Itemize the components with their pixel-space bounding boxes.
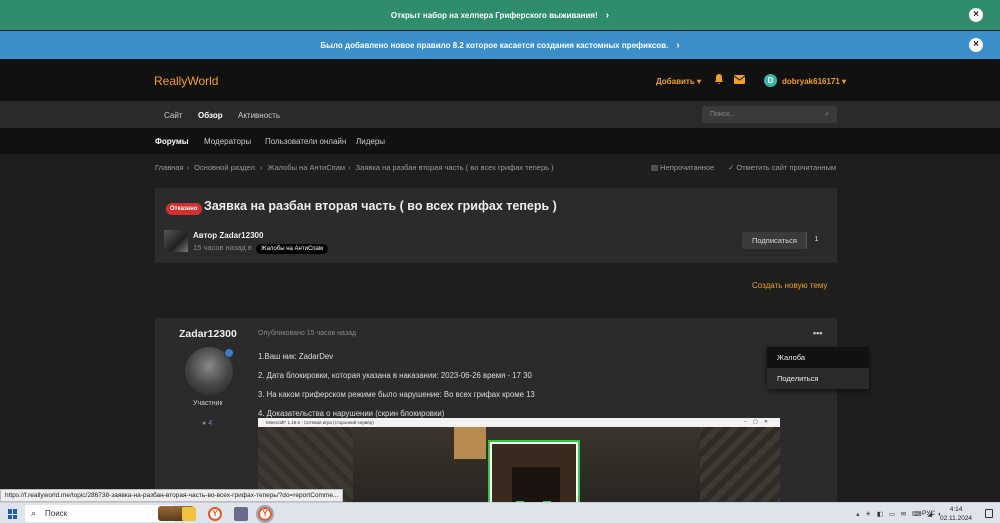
- nav-moderators[interactable]: Модераторы: [204, 137, 251, 146]
- ellipsis-icon[interactable]: •••: [813, 328, 822, 338]
- topic-header: Отказано Заявка на разбан вторая часть (…: [155, 188, 837, 263]
- search-icon: ⌕: [31, 508, 37, 518]
- taskbar: ⌕ Поиск Y Y ▴ ☀ ◧ ▭ ✉ ⌨ ◢ ◐ РУС 4:14 02.…: [0, 502, 1000, 523]
- rank-icon: [224, 348, 234, 358]
- browser-status-url: https://f.reallyworld.me/topic/286738-за…: [0, 489, 344, 502]
- crumb-topic[interactable]: Заявка на разбан вторая часть ( во всех …: [356, 163, 554, 172]
- announcement-banner-helper[interactable]: Открыт набор на хелпера Гриферского выжи…: [0, 0, 1000, 30]
- mail-icon[interactable]: [734, 75, 745, 84]
- breadcrumb: Главная › Основной раздел. › Жалобы на Ант…: [155, 163, 554, 172]
- search-icon[interactable]: ⌕: [825, 111, 829, 119]
- post-date[interactable]: Опубликовано 15 часов назад: [258, 330, 356, 337]
- nav-forums[interactable]: Форумы: [155, 137, 189, 146]
- username-menu[interactable]: dobryak616171 ▾: [782, 77, 846, 86]
- windows-icon[interactable]: [8, 509, 18, 519]
- nav-online-users[interactable]: Пользователи онлайн: [265, 137, 346, 146]
- user-avatar[interactable]: D: [764, 74, 777, 87]
- chevron-right-icon: ›: [605, 9, 610, 21]
- crumb-main-section[interactable]: Основной раздел.: [194, 163, 257, 172]
- post-count: ● 4: [202, 420, 213, 427]
- mark-read-link[interactable]: ✓ Отметить сайт прочитанным: [728, 163, 836, 172]
- clock[interactable]: 4:14 02.11.2024: [940, 505, 972, 523]
- yandex-browser-icon[interactable]: Y: [208, 507, 222, 521]
- language-indicator[interactable]: РУС: [922, 510, 935, 517]
- site-logo[interactable]: ReallyWorld: [154, 74, 218, 88]
- site-header: ReallyWorld Добавить ▾: [0, 59, 1000, 101]
- post-line: 1.Ваш ник: ZadarDev: [258, 352, 334, 361]
- nav-activity[interactable]: Активность: [238, 111, 280, 120]
- search-input[interactable]: Поиск... ⌕: [702, 106, 837, 123]
- topic-title: Заявка на разбан вторая часть ( во всех …: [204, 199, 557, 213]
- close-icon[interactable]: ×: [969, 38, 983, 52]
- app-icon[interactable]: [234, 507, 248, 521]
- yandex-browser-icon[interactable]: Y: [256, 505, 274, 523]
- menu-item-share[interactable]: Поделиться: [767, 368, 869, 389]
- topic-meta: 15 часов назад в Жалобы на АнтиСпам: [193, 243, 329, 254]
- topic-author[interactable]: Автор Zadar12300: [193, 231, 263, 240]
- close-icon[interactable]: ×: [969, 8, 983, 22]
- forum-tag[interactable]: Жалобы на АнтиСпам: [255, 244, 329, 254]
- post-dropdown-menu: Жалоба Поделиться: [767, 347, 869, 389]
- unread-link[interactable]: ▤ Непрочитанное: [651, 163, 714, 172]
- screenshot-titlebar: Minecraft* 1.16.5 - Сетевая игра (сторон…: [258, 418, 780, 427]
- announcement-banner-rule[interactable]: Было добавлено новое правило 8.2 которое…: [0, 31, 1000, 59]
- author-avatar[interactable]: [164, 230, 188, 252]
- nav-site[interactable]: Сайт: [164, 111, 182, 120]
- add-button[interactable]: Добавить ▾: [656, 77, 701, 86]
- nav-overview[interactable]: Обзор: [198, 111, 223, 120]
- eye-icon: ▤: [651, 163, 661, 172]
- create-topic-button[interactable]: Создать новую тему: [752, 281, 827, 290]
- file-explorer-icon[interactable]: [182, 507, 196, 521]
- bell-icon[interactable]: [713, 73, 725, 85]
- menu-item-report[interactable]: Жалоба: [767, 347, 869, 368]
- crumb-home[interactable]: Главная: [155, 163, 184, 172]
- post-line: 2. Дата блокировки, которая указана в на…: [258, 371, 532, 380]
- secondary-nav: Форумы Модераторы Пользователи онлайн Ли…: [0, 128, 1000, 154]
- post-line: 3. На каком гриферском режиме было наруш…: [258, 390, 535, 399]
- banner-text[interactable]: Было добавлено новое правило 8.2 которое…: [320, 41, 668, 50]
- subscriber-count: 1: [806, 232, 826, 249]
- crumb-forum[interactable]: Жалобы на АнтиСпам: [268, 163, 346, 172]
- subscribe-button[interactable]: Подписаться 1: [742, 232, 826, 249]
- nav-leaders[interactable]: Лидеры: [356, 137, 385, 146]
- window-controls-icon: –▢✕: [744, 419, 774, 425]
- primary-nav: Сайт Обзор Активность: [0, 101, 1000, 128]
- chevron-right-icon: ›: [676, 39, 680, 51]
- status-badge: Отказано: [166, 203, 202, 215]
- post-author-role: Участник: [193, 400, 223, 407]
- taskbar-search[interactable]: ⌕ Поиск: [25, 505, 194, 522]
- banner-text[interactable]: Открыт набор на хелпера Гриферского выжи…: [391, 11, 598, 20]
- notification-icon[interactable]: [985, 509, 993, 518]
- post-author[interactable]: Zadar12300: [179, 328, 237, 340]
- post-line: 4. Доказательства о нарушении (скрин бло…: [258, 409, 445, 418]
